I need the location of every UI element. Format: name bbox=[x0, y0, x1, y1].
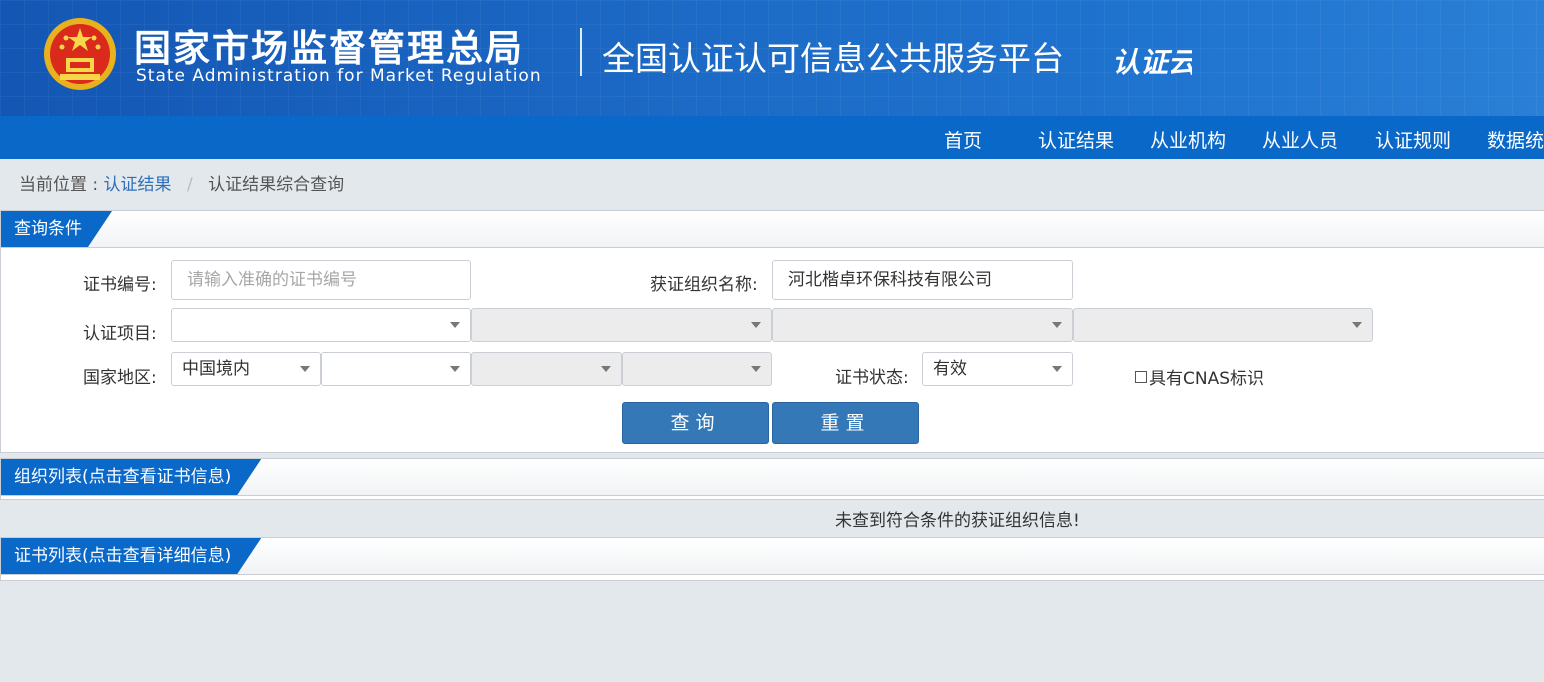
org-name-en: State Administration for Market Regulati… bbox=[136, 66, 542, 86]
org-list-header: 组织列表(点击查看证书信息) bbox=[1, 459, 1544, 496]
main-nav: 首页 认证结果 从业机构 从业人员 认证规则 数据统 bbox=[0, 116, 1544, 159]
renzheng-cloud-logo-icon: 认证云 bbox=[1112, 46, 1192, 79]
project-label: 认证项目: bbox=[83, 324, 157, 344]
org-name-label: 获证组织名称: bbox=[650, 275, 758, 295]
cnas-checkbox[interactable] bbox=[1135, 371, 1147, 383]
nav-item-institutions[interactable]: 从业机构 bbox=[1150, 126, 1226, 153]
project-select-2[interactable] bbox=[471, 308, 772, 342]
project-select-3[interactable] bbox=[772, 308, 1073, 342]
search-button[interactable]: 查询 bbox=[622, 402, 769, 444]
cnas-checkbox-label: 具有CNAS标识 bbox=[1149, 369, 1265, 389]
header-divider bbox=[580, 28, 582, 76]
chevron-down-icon bbox=[601, 366, 611, 372]
query-panel-header: 查询条件 bbox=[1, 211, 1544, 248]
org-name-input[interactable]: 河北楷卓环保科技有限公司 bbox=[772, 260, 1073, 300]
breadcrumb: 当前位置 : 认证结果 / 认证结果综合查询 bbox=[19, 170, 344, 195]
query-panel-title: 查询条件 bbox=[1, 211, 112, 247]
status-select[interactable]: 有效 bbox=[922, 352, 1073, 386]
region-select-city[interactable] bbox=[471, 352, 622, 386]
cert-no-input[interactable]: 请输入准确的证书编号 bbox=[171, 260, 471, 300]
region-select-value: 中国境内 bbox=[182, 359, 250, 379]
breadcrumb-separator: / bbox=[186, 175, 193, 195]
svg-text:认证云: 认证云 bbox=[1112, 46, 1192, 79]
chevron-down-icon bbox=[751, 366, 761, 372]
cert-list-title: 证书列表(点击查看详细信息) bbox=[1, 538, 261, 574]
chevron-down-icon bbox=[751, 322, 761, 328]
status-select-value: 有效 bbox=[933, 359, 967, 379]
org-list-title: 组织列表(点击查看证书信息) bbox=[1, 459, 261, 495]
org-name-cn: 国家市场监督管理总局 bbox=[134, 27, 524, 70]
org-list-panel: 组织列表(点击查看证书信息) bbox=[0, 458, 1544, 500]
nav-item-cert-rules[interactable]: 认证规则 bbox=[1375, 126, 1451, 153]
breadcrumb-current: 认证结果综合查询 bbox=[208, 175, 345, 195]
nav-item-cert-results[interactable]: 认证结果 bbox=[1038, 126, 1114, 153]
site-header: 国家市场监督管理总局 State Administration for Mark… bbox=[0, 0, 1544, 116]
chevron-down-icon bbox=[1052, 366, 1062, 372]
cert-list-panel: 证书列表(点击查看详细信息) bbox=[0, 537, 1544, 581]
national-emblem-icon bbox=[44, 18, 116, 90]
chevron-down-icon bbox=[300, 366, 310, 372]
nav-item-statistics[interactable]: 数据统 bbox=[1487, 126, 1544, 153]
nav-item-home[interactable]: 首页 bbox=[944, 126, 982, 153]
chevron-down-icon bbox=[450, 366, 460, 372]
chevron-down-icon bbox=[1352, 322, 1362, 328]
reset-button[interactable]: 重置 bbox=[772, 402, 919, 444]
chevron-down-icon bbox=[450, 322, 460, 328]
region-select-district[interactable] bbox=[622, 352, 772, 386]
chevron-down-icon bbox=[1052, 322, 1062, 328]
breadcrumb-link-cert-results[interactable]: 认证结果 bbox=[104, 175, 172, 195]
project-select-1[interactable] bbox=[171, 308, 471, 342]
breadcrumb-prefix: 当前位置 : bbox=[19, 175, 99, 195]
org-list-empty-message: 未查到符合条件的获证组织信息! bbox=[835, 511, 1080, 531]
nav-item-personnel[interactable]: 从业人员 bbox=[1262, 126, 1338, 153]
status-label: 证书状态: bbox=[835, 368, 909, 388]
cert-list-header: 证书列表(点击查看详细信息) bbox=[1, 538, 1544, 575]
region-select-province[interactable] bbox=[321, 352, 471, 386]
region-label: 国家地区: bbox=[83, 368, 157, 388]
cnas-checkbox-row[interactable]: 具有CNAS标识 bbox=[1135, 364, 1264, 389]
project-select-4[interactable] bbox=[1073, 308, 1373, 342]
platform-title: 全国认证认可信息公共服务平台 bbox=[602, 39, 1064, 78]
cert-no-label: 证书编号: bbox=[83, 275, 157, 295]
region-select-country[interactable]: 中国境内 bbox=[171, 352, 321, 386]
